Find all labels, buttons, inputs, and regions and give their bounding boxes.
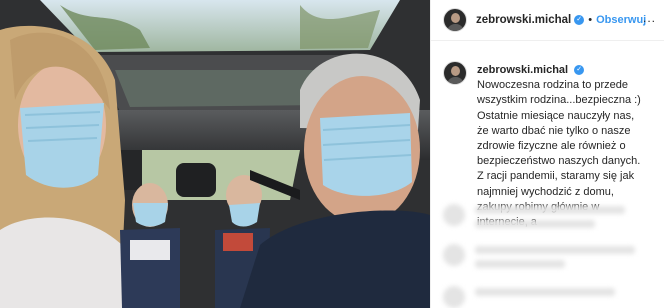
verified-badge-icon: ✓: [574, 15, 585, 25]
more-options-icon[interactable]: ...: [643, 11, 656, 25]
caption-username[interactable]: zebrowski.michal: [477, 64, 568, 76]
username-link[interactable]: zebrowski.michal: [476, 14, 571, 26]
post-sidebar: zebrowski.michal ✓ • Obserwuj ... zebrow…: [430, 0, 664, 308]
instagram-post: zebrowski.michal ✓ • Obserwuj ... zebrow…: [0, 0, 664, 308]
follow-button[interactable]: Obserwuj: [596, 14, 646, 26]
avatar[interactable]: [443, 8, 467, 32]
caption-verified-badge-icon: ✓: [574, 65, 585, 76]
blurred-comments: [443, 196, 654, 308]
post-header: zebrowski.michal ✓ • Obserwuj ...: [431, 0, 664, 41]
caption-avatar[interactable]: [443, 61, 467, 85]
separator: •: [588, 14, 593, 26]
post-photo[interactable]: [0, 0, 430, 308]
